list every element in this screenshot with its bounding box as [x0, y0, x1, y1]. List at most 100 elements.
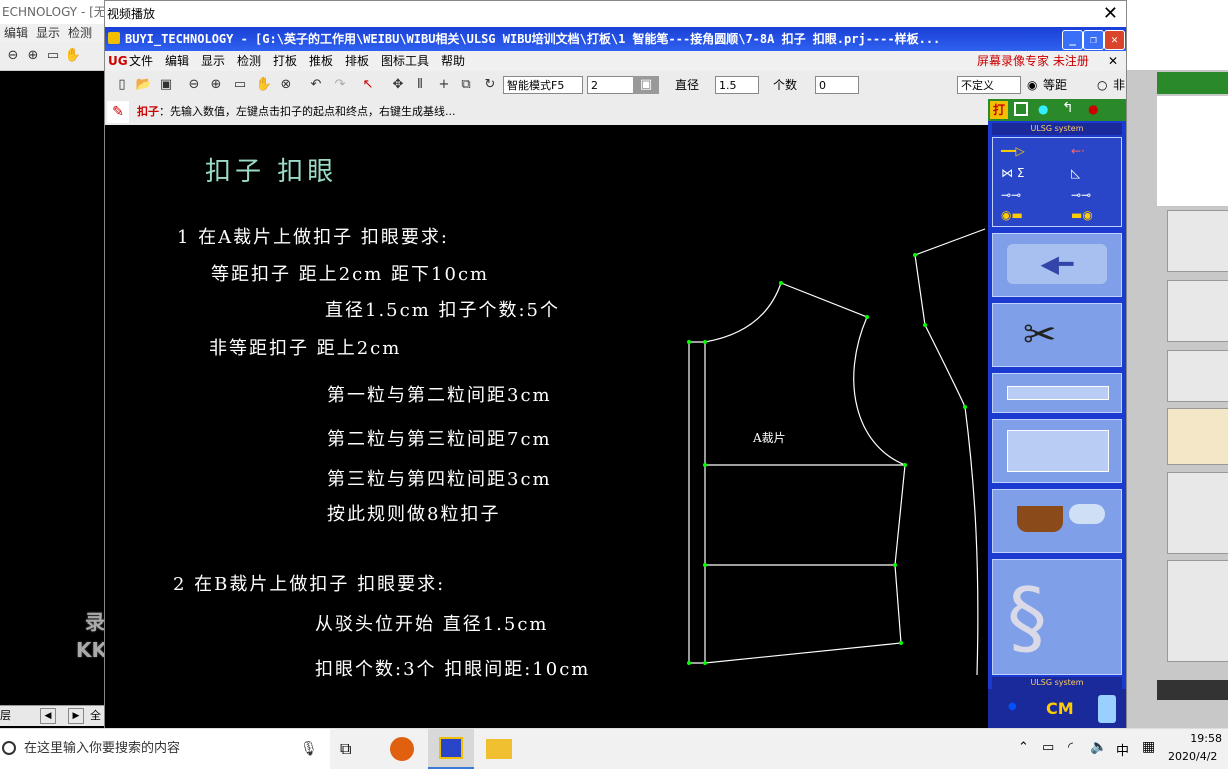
color-icon[interactable]: ▣	[633, 76, 659, 94]
menu-view[interactable]: 显示	[201, 51, 225, 71]
mode-select[interactable]: 智能模式F5	[503, 76, 583, 94]
pattern-app-taskbar-icon[interactable]	[428, 729, 474, 769]
undo-icon[interactable]: ↶	[307, 76, 325, 94]
non-equal-radio-icon[interactable]: ○	[1097, 76, 1107, 94]
delete-select-icon[interactable]: ↖	[359, 76, 377, 94]
open-folder-icon[interactable]: 📂	[135, 76, 153, 94]
pattern-drawing	[687, 228, 986, 676]
menu-help[interactable]: 帮助	[441, 51, 465, 71]
task-view-icon[interactable]: ⧉	[340, 739, 351, 759]
bg-menu-item[interactable]: 编辑	[4, 26, 28, 40]
ug-menu[interactable]: UG	[108, 51, 128, 71]
scissors-tool[interactable]: ✂	[992, 303, 1122, 367]
volume-icon[interactable]: 🔈	[1090, 739, 1107, 755]
pan-icon[interactable]: ✋	[255, 76, 273, 94]
pattern-app-icon	[439, 737, 463, 759]
tape-icon[interactable]: ⊸⊸	[1071, 188, 1091, 202]
dart-tool[interactable]: ◀━	[992, 233, 1122, 297]
save-icon[interactable]: ▣	[157, 76, 175, 94]
diameter-label: 直径	[675, 78, 700, 92]
battery-icon[interactable]: ▭	[1042, 740, 1054, 755]
diameter-input[interactable]: 1.5	[715, 76, 759, 94]
zoom-in-icon[interactable]: ⊕	[207, 76, 225, 94]
sigma-icon[interactable]: ⋈ Σ	[1001, 166, 1024, 180]
menu-file[interactable]: 文件	[129, 51, 153, 71]
bucket-icon	[1017, 506, 1063, 532]
bg-right-tile[interactable]	[1167, 472, 1228, 554]
fit-view-icon[interactable]: ▭	[44, 47, 62, 65]
recorder-app-icon[interactable]	[390, 737, 414, 761]
keyboard-grid-icon[interactable]: ▦	[1142, 739, 1155, 755]
point-tool-icon[interactable]: ●	[1038, 102, 1048, 116]
arrow-tool-icon[interactable]: ↰	[1062, 100, 1074, 116]
notch-tool[interactable]	[992, 373, 1122, 413]
menu-grade[interactable]: 推板	[309, 51, 333, 71]
bg-right-bottom	[1157, 680, 1228, 700]
prompt-keyword: 扣子	[137, 105, 159, 118]
move-icon[interactable]: ✥	[389, 76, 407, 94]
new-file-icon[interactable]: ▯	[113, 76, 131, 94]
microphone-icon[interactable]: 🎙	[300, 729, 318, 769]
tool-grid[interactable]: ━━▷ ←· ⋈ Σ ◺ ⊸⊸ ⊸⊸ ◉▬ ▬◉	[992, 137, 1122, 227]
menu-check[interactable]: 检测	[237, 51, 261, 71]
bucket-tool[interactable]	[992, 489, 1122, 553]
redo-icon[interactable]: ↷	[331, 76, 349, 94]
piece-tool[interactable]	[992, 419, 1122, 483]
add-point-icon[interactable]: +	[435, 76, 453, 94]
menu-pattern[interactable]: 打板	[273, 51, 297, 71]
slope-icon[interactable]: ◺	[1071, 166, 1080, 180]
cm-unit[interactable]: CM	[1046, 699, 1074, 718]
red-dot-icon[interactable]: ●	[1088, 102, 1098, 116]
bg-right-tile[interactable]	[1157, 96, 1228, 206]
clock-time[interactable]: 19:58	[1174, 732, 1222, 745]
calculator-icon[interactable]	[1098, 695, 1116, 723]
compass-icon[interactable]: ⊸⊸	[1001, 188, 1021, 202]
zoom-in-icon[interactable]: ⊕	[24, 47, 42, 65]
count-input[interactable]: 0	[815, 76, 859, 94]
ime-indicator[interactable]: 中	[1116, 740, 1129, 759]
scale-icon[interactable]: ⧉	[457, 76, 475, 94]
pan-icon[interactable]: ✋	[64, 47, 82, 65]
close-icon[interactable]: ✕	[1104, 30, 1125, 50]
bg-right-tile[interactable]	[1167, 210, 1228, 272]
file-explorer-icon[interactable]	[486, 739, 512, 759]
blue-dot-icon[interactable]: ●	[1008, 701, 1017, 712]
bg-right-tile[interactable]	[1167, 560, 1228, 662]
minimize-icon[interactable]: _	[1062, 30, 1083, 50]
align-icon[interactable]: ⫴	[411, 76, 429, 94]
rule-icon[interactable]: ▬◉	[1071, 208, 1093, 222]
bg-menu-item[interactable]: 检测	[68, 26, 92, 40]
fit-view-icon[interactable]: ▭	[231, 76, 249, 94]
zoom-out-icon[interactable]: ⊖	[185, 76, 203, 94]
menu-marker[interactable]: 排板	[345, 51, 369, 71]
zoom-window-icon[interactable]: ⊗	[277, 76, 295, 94]
bg-menu-item[interactable]: 显示	[36, 26, 60, 40]
pencil-icon[interactable]: ━━▷	[1001, 144, 1025, 158]
close-icon[interactable]: ✕	[1103, 1, 1118, 27]
scroll-left-icon[interactable]: ◀	[40, 708, 56, 724]
drawing-canvas[interactable]: 扣子 扣眼 1 在A裁片上做扣子 扣眼要求: 等距扣子 距上2cm 距下10cm…	[105, 125, 988, 729]
arrow-line-icon[interactable]: ←·	[1071, 144, 1085, 158]
menu-edit[interactable]: 编辑	[165, 51, 189, 71]
clock-date[interactable]: 2020/4/2	[1168, 750, 1228, 763]
menu-icon-tools[interactable]: 图标工具	[381, 51, 429, 71]
chevron-up-icon[interactable]: ⌃	[1018, 740, 1029, 755]
network-icon[interactable]: ◜	[1068, 740, 1073, 755]
system-footer: ULSG system	[992, 677, 1122, 689]
square-tool-icon[interactable]	[1014, 102, 1028, 116]
app-title-text: BUYI_TECHNOLOGY - [G:\英子的工作用\WEIBU\WIBU相…	[125, 32, 941, 46]
restore-icon[interactable]: ❐	[1083, 30, 1104, 50]
curve-ruler-tool[interactable]: §	[992, 559, 1122, 675]
zoom-out-icon[interactable]: ⊖	[4, 47, 22, 65]
pattern-tool-icon[interactable]: 打	[990, 101, 1008, 119]
bg-right-tile[interactable]	[1167, 280, 1228, 342]
bg-right-tile[interactable]	[1167, 350, 1228, 402]
close-icon[interactable]: ✕	[1108, 51, 1118, 71]
bg-right-tile[interactable]	[1167, 408, 1228, 465]
rotate-icon[interactable]: ↻	[481, 76, 499, 94]
undefined-select[interactable]: 不定义	[957, 76, 1021, 94]
taskbar-search[interactable]: 在这里输入你要搜索的内容 🎙	[0, 729, 330, 769]
measure-icon[interactable]: ◉▬	[1001, 208, 1023, 222]
equal-radio-icon[interactable]: ◉	[1027, 76, 1037, 94]
scroll-right-icon[interactable]: ▶	[68, 708, 84, 724]
